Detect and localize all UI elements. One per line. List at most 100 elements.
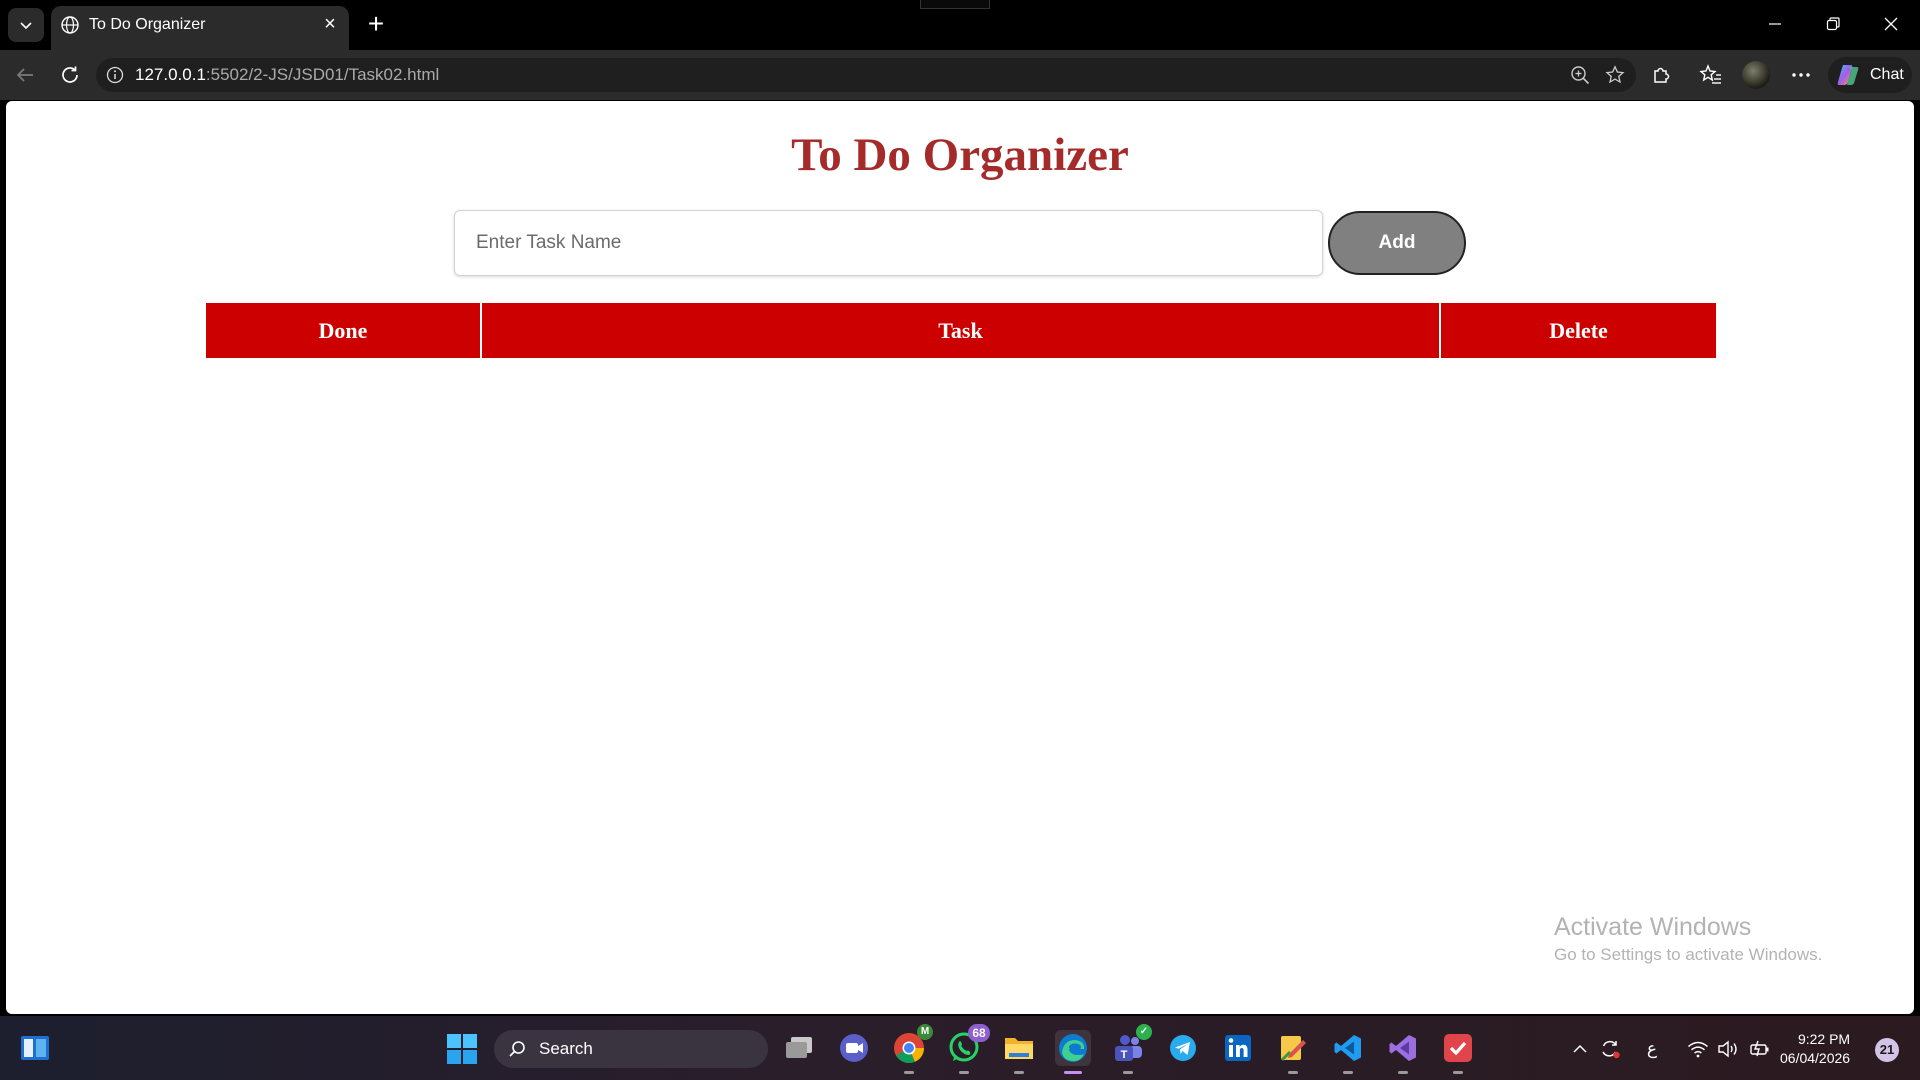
running-indicator: [959, 1071, 969, 1074]
puzzle-icon: [1654, 67, 1670, 83]
linkedin-app[interactable]: [1220, 1030, 1256, 1066]
page-viewport: To Do Organizer Add Done Task Delete Act…: [6, 101, 1914, 1014]
window-drag-handle[interactable]: [920, 0, 990, 9]
reload-button[interactable]: [57, 62, 83, 88]
header-delete: Delete: [1441, 303, 1716, 358]
widgets-icon[interactable]: [20, 1034, 50, 1062]
tab-list-button[interactable]: [8, 8, 44, 42]
taskbar-search[interactable]: Search: [494, 1030, 768, 1068]
checkmark-app-icon: [1444, 1034, 1472, 1062]
notes-pencil-icon: [1280, 1036, 1306, 1062]
taskbar: Search M 68 T ✓ ع 9:22 PM 06/04/2026 21: [0, 1016, 1920, 1080]
new-tab-button[interactable]: +: [362, 10, 390, 39]
running-indicator: [1453, 1071, 1463, 1074]
favorites-button[interactable]: [1698, 62, 1724, 88]
task-view-icon: [786, 1037, 812, 1058]
wifi-tray-icon[interactable]: [1687, 1038, 1709, 1060]
system-clock[interactable]: 9:22 PM 06/04/2026: [1780, 1030, 1850, 1068]
whatsapp-unread-badge: 68: [968, 1024, 990, 1042]
running-indicator: [904, 1071, 914, 1074]
battery-tray-icon[interactable]: [1749, 1038, 1771, 1060]
vscode-icon: [1334, 1035, 1361, 1061]
running-indicator: [1123, 1071, 1133, 1074]
speaker-icon: [1718, 1040, 1737, 1058]
video-chat-icon: [840, 1034, 868, 1062]
whatsapp-app[interactable]: 68: [946, 1024, 990, 1074]
tab-strip: To Do Organizer × +: [0, 0, 1920, 50]
chat-label: Chat: [1870, 66, 1904, 83]
wifi-icon: [1688, 1041, 1708, 1058]
header-task: Task: [482, 303, 1439, 358]
minimize-icon: [1769, 23, 1781, 25]
zoom-icon[interactable]: [1570, 65, 1590, 85]
restore-icon: [1826, 17, 1840, 31]
teams-app[interactable]: T ✓: [1110, 1024, 1152, 1074]
page-title: To Do Organizer: [791, 129, 1129, 181]
sync-tray-icon[interactable]: [1599, 1038, 1621, 1060]
search-label: Search: [539, 1039, 593, 1058]
tab-title: To Do Organizer: [89, 16, 206, 33]
sticky-notes-app[interactable]: [1275, 1030, 1311, 1074]
reload-icon: [62, 66, 78, 83]
chrome-app[interactable]: M: [891, 1024, 933, 1074]
watermark-title: Activate Windows: [1554, 913, 1752, 941]
copilot-icon: [1837, 65, 1859, 85]
search-icon: [509, 1041, 525, 1057]
favorite-star-icon[interactable]: [1605, 65, 1625, 85]
profile-avatar[interactable]: [1742, 61, 1770, 89]
browser-toolbar: 127.0.0.1:5502/2-JS/JSD01/Task02.html Ch…: [0, 50, 1920, 100]
notification-count-badge[interactable]: 21: [1875, 1038, 1899, 1062]
running-indicator: [1398, 1071, 1408, 1074]
info-icon[interactable]: [106, 66, 124, 84]
input-language-indicator[interactable]: ع: [1641, 1038, 1663, 1060]
favorites-list-icon: [1699, 64, 1721, 84]
url-text[interactable]: 127.0.0.1:5502/2-JS/JSD01/Task02.html: [135, 65, 439, 85]
activation-watermark: Activate Windows Go to Settings to activ…: [1554, 912, 1822, 967]
task-name-input[interactable]: [454, 210, 1323, 276]
svg-text:T: T: [1121, 1049, 1128, 1061]
visual-studio-icon: [1389, 1035, 1416, 1061]
todo-table: Done Task Delete: [206, 303, 1716, 358]
teams-meet-app[interactable]: [836, 1030, 872, 1066]
tab-close-icon[interactable]: ×: [320, 14, 340, 34]
windows-start-icon[interactable]: [446, 1033, 478, 1065]
minimize-button[interactable]: [1760, 12, 1790, 38]
show-hidden-icons-button[interactable]: [1569, 1038, 1591, 1060]
vscode-app[interactable]: [1330, 1030, 1366, 1074]
chevron-up-icon: [1573, 1044, 1587, 1053]
todo-app[interactable]: [1440, 1030, 1476, 1074]
battery-charging-icon: [1750, 1040, 1769, 1057]
restore-button[interactable]: [1818, 12, 1848, 38]
url-host: 127.0.0.1: [135, 65, 206, 84]
arrow-left-icon: [16, 68, 33, 82]
task-view-button[interactable]: [781, 1030, 817, 1066]
linkedin-icon: [1225, 1035, 1251, 1061]
sync-icon: [1602, 1040, 1620, 1059]
more-horizontal-icon: [1792, 73, 1810, 77]
telegram-icon: [1170, 1035, 1196, 1061]
active-indicator: [1064, 1071, 1082, 1074]
folder-icon: [1005, 1038, 1033, 1059]
copilot-chat-button[interactable]: Chat: [1828, 57, 1912, 93]
edge-app[interactable]: [1055, 1030, 1091, 1074]
close-icon: [1884, 17, 1898, 31]
running-indicator: [1288, 1071, 1298, 1074]
back-button[interactable]: [12, 62, 38, 88]
globe-icon: [61, 16, 79, 34]
visual-studio-app[interactable]: [1385, 1030, 1421, 1074]
chevron-down-icon: [20, 22, 32, 30]
extensions-button[interactable]: [1648, 62, 1674, 88]
url-path: :5502/2-JS/JSD01/Task02.html: [205, 65, 440, 84]
add-button[interactable]: Add: [1328, 211, 1466, 275]
watermark-subtitle: Go to Settings to activate Windows.: [1554, 945, 1823, 964]
volume-tray-icon[interactable]: [1717, 1038, 1739, 1060]
telegram-app[interactable]: [1165, 1030, 1201, 1066]
edge-icon: [1059, 1034, 1087, 1062]
running-indicator: [1343, 1071, 1353, 1074]
clock-time: 9:22 PM: [1797, 1031, 1851, 1047]
clock-date: 06/04/2026: [1780, 1050, 1851, 1066]
file-explorer-app[interactable]: [1001, 1030, 1037, 1074]
address-bar[interactable]: 127.0.0.1:5502/2-JS/JSD01/Task02.html: [96, 58, 1636, 92]
close-window-button[interactable]: [1876, 12, 1906, 38]
more-options-button[interactable]: [1788, 62, 1814, 88]
